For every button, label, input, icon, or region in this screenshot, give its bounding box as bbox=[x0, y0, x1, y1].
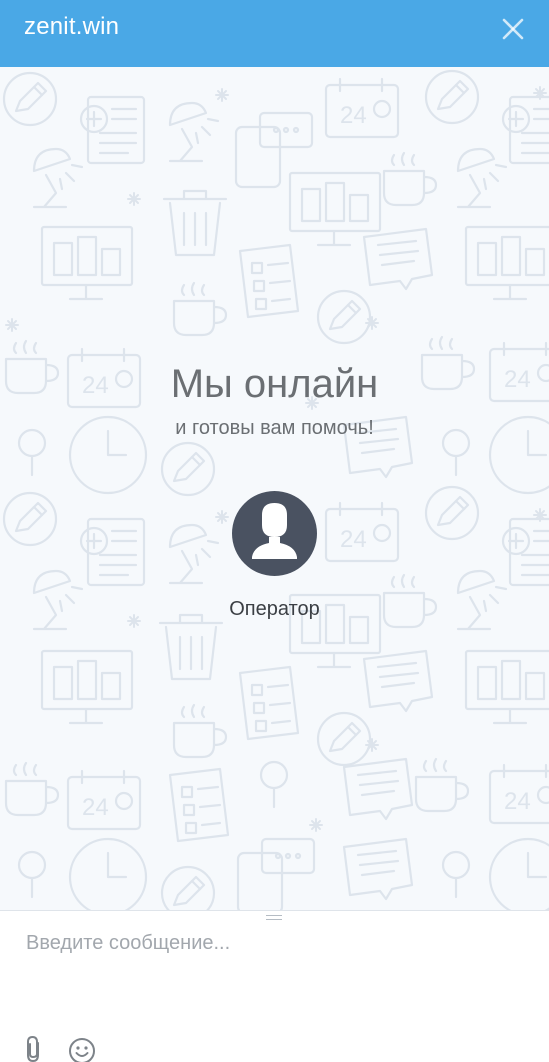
user-silhouette-icon bbox=[252, 503, 297, 559]
online-status-subtitle: и готовы вам помочь! bbox=[175, 417, 374, 439]
paperclip-icon bbox=[27, 1035, 39, 1062]
doodle-background-pattern: 24 bbox=[2, 69, 549, 910]
emoji-button[interactable] bbox=[68, 1037, 96, 1062]
chat-messages-area: 24 Мы онлайн и готовы вам помочь! Операт… bbox=[0, 67, 549, 910]
operator-name: Оператор bbox=[229, 598, 320, 620]
attach-file-button[interactable] bbox=[22, 1035, 46, 1062]
operator-avatar bbox=[232, 491, 317, 576]
chat-header: zenit.win bbox=[0, 0, 549, 67]
online-status-title: Мы онлайн bbox=[170, 362, 379, 406]
smiley-icon bbox=[69, 1038, 95, 1062]
close-icon bbox=[502, 18, 524, 40]
message-input[interactable] bbox=[26, 929, 523, 1009]
message-composer bbox=[0, 910, 549, 1062]
chat-title: zenit.win bbox=[24, 13, 120, 40]
chat-widget: zenit.win 24 Мы онлайн и готовы вам помо… bbox=[0, 0, 549, 1062]
composer-resize-handle[interactable] bbox=[266, 915, 282, 921]
close-button[interactable] bbox=[499, 15, 527, 43]
